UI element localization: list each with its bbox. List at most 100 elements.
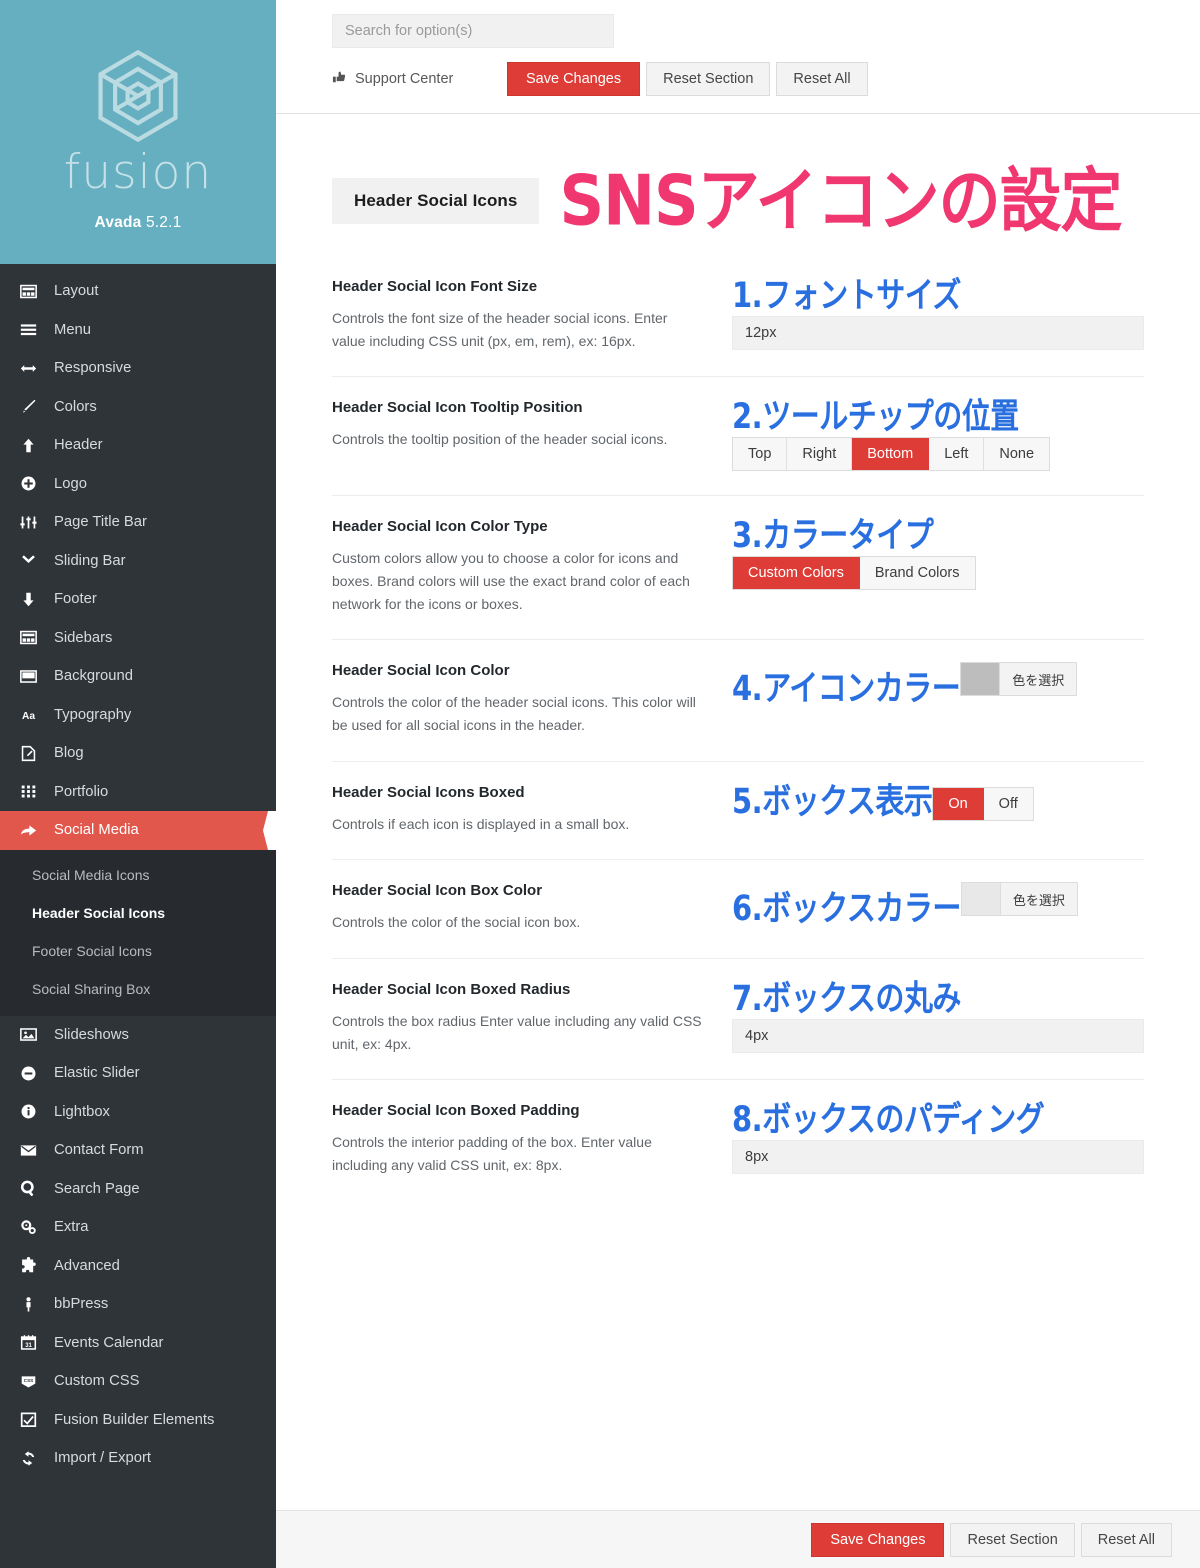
support-center-link[interactable]: Support Center: [332, 70, 507, 89]
sidebar-item-search-page[interactable]: Search Page: [0, 1170, 276, 1209]
option-button-none[interactable]: None: [984, 438, 1050, 471]
reset-section-button[interactable]: Reset Section: [646, 62, 771, 96]
option-row: Header Social Icon Boxed Padding Controls…: [332, 1079, 1144, 1200]
main-panel: Support Center Save Changes Reset Sectio…: [276, 0, 1200, 1568]
sidebar-item-menu[interactable]: Menu: [0, 311, 276, 350]
option-button-off[interactable]: Off: [983, 787, 1033, 820]
sidebar-item-custom-css[interactable]: CSS Custom CSS: [0, 1362, 276, 1401]
sidebar-item-typography[interactable]: Aa Typography: [0, 696, 276, 735]
sidebar-item-page-title-bar[interactable]: Page Title Bar: [0, 503, 276, 542]
sidebar-item-advanced[interactable]: Advanced: [0, 1247, 276, 1286]
reset-all-button-bottom[interactable]: Reset All: [1080, 1522, 1172, 1557]
color-swatch[interactable]: [961, 883, 1000, 916]
sidebar-item-contact-form[interactable]: Contact Form: [0, 1131, 276, 1170]
product-version: Avada 5.2.1: [95, 214, 182, 232]
option-text-input[interactable]: [732, 316, 1144, 350]
sidebar-item-lightbox[interactable]: Lightbox: [0, 1093, 276, 1132]
sidebar-item-blog[interactable]: Blog: [0, 734, 276, 773]
sidebar-item-layout[interactable]: Layout: [0, 272, 276, 311]
option-annotation-jp: 1.フォントサイズ: [732, 274, 961, 316]
sidebar-item-background[interactable]: Background: [0, 657, 276, 696]
info-circle-icon: [20, 1103, 50, 1120]
color-swatch[interactable]: [961, 663, 1000, 696]
sidebar-item-sidebars[interactable]: Sidebars: [0, 619, 276, 658]
brush-icon: [20, 398, 50, 415]
sidebar-item-slideshows[interactable]: Slideshows: [0, 1016, 276, 1055]
sidebar-item-label: Contact Form: [54, 1142, 144, 1159]
sidebar-item-bbpress[interactable]: bbPress: [0, 1285, 276, 1324]
option-description: Controls if each icon is displayed in a …: [332, 815, 630, 832]
sidebar-item-colors[interactable]: Colors: [0, 388, 276, 427]
refresh-arrows-icon: [20, 1450, 50, 1467]
option-control: 6.ボックスカラー 色を選択: [732, 882, 1144, 934]
save-changes-button-bottom[interactable]: Save Changes: [811, 1522, 945, 1557]
arrow-up-icon: [20, 437, 50, 454]
option-row: Header Social Icon Boxed Radius Controls …: [332, 958, 1144, 1079]
option-text-input[interactable]: [732, 1140, 1144, 1175]
option-row: Header Social Icon Color Type Custom colo…: [332, 495, 1144, 639]
sidebar-item-sliding-bar[interactable]: Sliding Bar: [0, 542, 276, 581]
option-title: Header Social Icon Color Type: [332, 518, 548, 536]
submenu-item-social-sharing-box[interactable]: Social Sharing Box: [0, 970, 276, 1008]
save-changes-button[interactable]: Save Changes: [507, 62, 641, 96]
sidebar-item-responsive[interactable]: Responsive: [0, 349, 276, 388]
sidebar-item-social-media[interactable]: Social Media: [0, 811, 276, 850]
option-button-group: Custom Colors Brand Colors: [732, 556, 976, 591]
sidebar-item-fusion-builder-elements[interactable]: Fusion Builder Elements: [0, 1401, 276, 1440]
layout-icon: [20, 283, 50, 300]
sidebar-item-label: Lightbox: [54, 1103, 110, 1120]
sidebar-item-label: Layout: [54, 283, 99, 300]
reset-all-button[interactable]: Reset All: [776, 62, 868, 96]
submenu-item-footer-social-icons[interactable]: Footer Social Icons: [0, 932, 276, 970]
sidebar-item-extra[interactable]: Extra: [0, 1208, 276, 1247]
section-header: Header Social Icons SNSアイコンの設定: [332, 114, 1144, 240]
sidebar-item-portfolio[interactable]: Portfolio: [0, 773, 276, 812]
option-title: Header Social Icon Boxed Padding: [332, 1102, 580, 1120]
option-button-top[interactable]: Top: [733, 438, 788, 471]
option-button-bottom[interactable]: Bottom: [852, 438, 930, 471]
reset-section-button-bottom[interactable]: Reset Section: [950, 1522, 1075, 1557]
sidebar-item-label: Fusion Builder Elements: [54, 1411, 215, 1428]
option-control: 5.ボックス表示 On Off: [732, 780, 1144, 836]
option-button-custom-colors[interactable]: Custom Colors: [733, 557, 860, 590]
option-description: Controls the color of the header social …: [332, 694, 696, 734]
section-title-chip: Header Social Icons: [332, 178, 540, 224]
option-annotation-jp: 7.ボックスの丸み: [732, 977, 961, 1019]
top-toolbar: Support Center Save Changes Reset Sectio…: [276, 0, 1200, 114]
search-input[interactable]: [332, 14, 614, 48]
select-color-button[interactable]: 色を選択: [999, 663, 1077, 696]
option-info: Header Social Icon Font Size Controls the…: [332, 278, 732, 352]
option-description: Controls the interior padding of the box…: [332, 1134, 652, 1174]
option-title: Header Social Icon Color: [332, 662, 510, 680]
sidebar-item-events-calendar[interactable]: 31 Events Calendar: [0, 1324, 276, 1363]
search-icon: [20, 1180, 50, 1197]
bottom-toolbar: Save Changes Reset Section Reset All: [276, 1510, 1200, 1568]
select-color-button[interactable]: 色を選択: [999, 883, 1077, 916]
avada-theme-options-page: fusion Avada 5.2.1 Layout Menu Responsive C…: [0, 0, 1200, 1568]
active-indicator-arrow: [263, 811, 276, 850]
sidebar-item-footer[interactable]: Footer: [0, 580, 276, 619]
sidebar-item-import-export[interactable]: Import / Export: [0, 1439, 276, 1478]
option-control: 4.アイコンカラー 色を選択: [732, 662, 1144, 736]
option-text-input[interactable]: [732, 1019, 1144, 1054]
option-button-brand-colors[interactable]: Brand Colors: [859, 557, 975, 590]
sidebar-item-elastic-slider[interactable]: Elastic Slider: [0, 1054, 276, 1093]
option-color-picker[interactable]: 色を選択: [960, 662, 1078, 697]
option-button-on[interactable]: On: [933, 787, 984, 820]
submenu-item-social-media-icons[interactable]: Social Media Icons: [0, 856, 276, 894]
arrow-down-icon: [20, 591, 50, 608]
option-annotation-jp: 8.ボックスのパディング: [732, 1098, 1045, 1140]
option-button-right[interactable]: Right: [787, 438, 853, 471]
sidebar-item-label: Page Title Bar: [54, 514, 147, 531]
sidebar-item-logo[interactable]: Logo: [0, 465, 276, 504]
option-annotation-jp: 6.ボックスカラー: [732, 887, 961, 929]
option-color-picker[interactable]: 色を選択: [960, 882, 1078, 917]
option-annotation-jp: 5.ボックス表示: [732, 780, 933, 821]
sidebar-item-label: Blog: [54, 745, 84, 762]
submenu-item-header-social-icons[interactable]: Header Social Icons: [0, 894, 276, 932]
sidebar-item-header[interactable]: Header: [0, 426, 276, 465]
sidebar-item-label: Extra: [54, 1219, 89, 1236]
option-button-left[interactable]: Left: [929, 438, 985, 471]
sidebar-icon: [20, 629, 50, 646]
option-info: Header Social Icon Boxed Padding Controls…: [332, 1102, 732, 1176]
